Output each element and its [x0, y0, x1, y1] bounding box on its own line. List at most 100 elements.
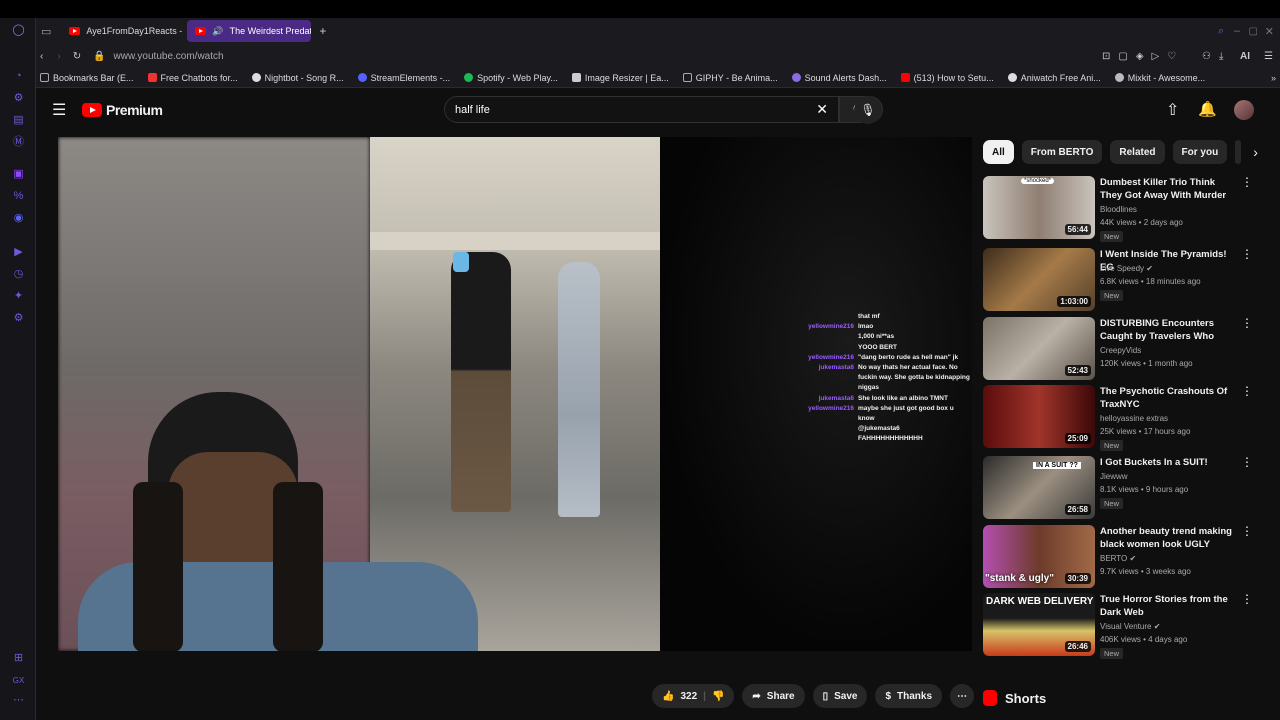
- back-icon[interactable]: ‹: [40, 51, 43, 62]
- list-item[interactable]: IN A SUIT ?? 26:58 I Got Buckets In a SU…: [983, 456, 1253, 520]
- chip-recent[interactable]: Re: [1235, 140, 1242, 164]
- bookmark-item[interactable]: (513) How to Setu...: [900, 73, 994, 83]
- video-actions: 👍 322 | 👎 ➦ Share ▯ Save $ Thanks ⋯: [652, 684, 975, 708]
- bookmark-item[interactable]: Sound Alerts Dash...: [791, 73, 887, 83]
- bookmark-item[interactable]: Mixkit - Awesome...: [1114, 73, 1205, 83]
- video-thumbnail[interactable]: DARK WEB DELIVERY 26:46: [983, 593, 1095, 656]
- shorts-header: Shorts: [983, 690, 1046, 706]
- more-actions-icon[interactable]: ⋮: [1241, 248, 1253, 260]
- twitch-icon[interactable]: ▣: [12, 168, 25, 181]
- bookmark-item[interactable]: Spotify - Web Play...: [464, 73, 558, 83]
- more-actions-icon[interactable]: ⋮: [1241, 593, 1253, 605]
- more-actions-icon[interactable]: ⋮: [1241, 525, 1253, 537]
- chat-overlay: that mf yellowmine216 lmao 1,000 ni**as Y…: [808, 313, 970, 443]
- more-actions-icon[interactable]: ⋮: [1241, 176, 1253, 188]
- tab-aye1fromday1[interactable]: Aye1FromDay1Reacts - Yo: [61, 20, 183, 42]
- list-item[interactable]: DARK WEB DELIVERY 26:46 True Horror Stor…: [983, 593, 1253, 659]
- sidebar-m-icon[interactable]: Ⓜ: [12, 136, 25, 149]
- video-thumbnail[interactable]: 52:43: [983, 317, 1095, 380]
- more-actions-icon[interactable]: ⋮: [1241, 317, 1253, 329]
- bookmark-item[interactable]: GIPHY - Be Anima...: [682, 73, 778, 83]
- youtube-logo-icon: [82, 103, 102, 117]
- bookmark-item[interactable]: StreamElements -...: [357, 73, 450, 83]
- clear-search-icon[interactable]: ✕: [816, 101, 828, 118]
- list-item[interactable]: *shocked* 56:44 Dumbest Killer Trio Thin…: [983, 176, 1253, 242]
- clip-person-left: [451, 252, 511, 512]
- youtube-header: ☰ Premium half life ✕ 🎙 ⇧ 🔔: [36, 92, 1280, 128]
- voice-search-button[interactable]: 🎙: [854, 96, 882, 124]
- hamburger-menu-icon[interactable]: ☰: [52, 100, 66, 120]
- bookmark-item[interactable]: Aniwatch Free Ani...: [1007, 73, 1101, 83]
- video-thumbnail[interactable]: 1:03:00: [983, 248, 1095, 311]
- avatar[interactable]: [1234, 100, 1254, 120]
- close-window-icon[interactable]: ✕: [1265, 25, 1274, 38]
- chip-from-berto[interactable]: From BERTO: [1021, 140, 1103, 164]
- chips-next-icon[interactable]: ›: [1253, 144, 1258, 160]
- notifications-bell-icon[interactable]: 🔔: [1198, 100, 1217, 118]
- more-actions-icon[interactable]: ⋮: [1241, 456, 1253, 468]
- address-actions-icons[interactable]: ⊡▢◈▷♡: [1102, 51, 1184, 62]
- video-thumbnail[interactable]: "stank & ugly" 30:39: [983, 525, 1095, 588]
- sidebar-control-icon[interactable]: ⊞: [12, 652, 25, 665]
- thanks-button[interactable]: $ Thanks: [875, 684, 943, 708]
- search-input[interactable]: half life ✕: [444, 96, 839, 123]
- lock-icon: 🔒: [93, 50, 106, 62]
- sidebar-percent-icon[interactable]: %: [12, 190, 25, 203]
- url-field[interactable]: www.youtube.com/watch: [114, 51, 224, 62]
- video-thumbnail[interactable]: *shocked* 56:44: [983, 176, 1095, 239]
- video-player[interactable]: that mf yellowmine216 lmao 1,000 ni**as Y…: [58, 137, 972, 651]
- tab-manager-icon[interactable]: ▭: [41, 25, 51, 38]
- sidebar-layers-icon[interactable]: ▤: [12, 114, 25, 127]
- more-actions-button[interactable]: ⋯: [950, 684, 975, 708]
- bookmark-item[interactable]: Free Chatbots for...: [147, 73, 238, 83]
- video-thumbnail[interactable]: 25:09: [983, 385, 1095, 448]
- minimize-icon[interactable]: –: [1234, 25, 1240, 37]
- sidebar-aria-icon[interactable]: ◔: [12, 70, 25, 83]
- more-icon[interactable]: ⋯: [12, 694, 25, 707]
- forward-icon[interactable]: ›: [57, 51, 60, 62]
- new-tab-button[interactable]: +: [319, 24, 326, 38]
- bookmark-item[interactable]: Image Resizer | Ea...: [571, 73, 669, 83]
- sidebar-store-icon[interactable]: ⚙: [12, 92, 25, 105]
- sidebar-extensions-icon[interactable]: ✦: [12, 290, 25, 303]
- chip-for-you[interactable]: For you: [1172, 140, 1228, 164]
- chip-related[interactable]: Related: [1110, 140, 1165, 164]
- video-thumbnail[interactable]: IN A SUIT ?? 26:58: [983, 456, 1095, 519]
- search-tabs-icon[interactable]: ⌕: [1218, 25, 1224, 38]
- save-icon: ▯: [822, 690, 829, 702]
- save-button[interactable]: ▯ Save: [812, 684, 868, 708]
- ai-button[interactable]: AI: [1240, 51, 1250, 62]
- list-item[interactable]: 52:43 DISTURBING Encounters Caught by Tr…: [983, 317, 1253, 381]
- like-button[interactable]: 👍 322 | 👎: [652, 684, 735, 708]
- thumbs-up-icon: 👍: [662, 690, 675, 702]
- youtube-favicon-icon: [69, 27, 81, 35]
- bookmarks-bar: Bookmarks Bar (E... Free Chatbots for...…: [30, 68, 1280, 88]
- bookmark-item[interactable]: Nightbot - Song R...: [251, 73, 344, 83]
- youtube-favicon-icon: [195, 27, 207, 35]
- maximize-icon[interactable]: ▢: [1249, 26, 1258, 37]
- reload-icon[interactable]: ↻: [73, 51, 81, 62]
- bookmark-item[interactable]: Bookmarks Bar (E...: [40, 73, 134, 83]
- thumbs-down-icon[interactable]: 👎: [712, 691, 724, 702]
- upload-icon[interactable]: ⇧: [1166, 100, 1179, 120]
- tab-weirdest-predator[interactable]: 🔊 The Weirdest Predator: [187, 20, 312, 42]
- share-button[interactable]: ➦ Share: [742, 684, 805, 708]
- youtube-logo[interactable]: Premium: [82, 102, 163, 118]
- opera-menu-icon[interactable]: ◯: [12, 24, 25, 37]
- list-item[interactable]: 25:09 The Psychotic Crashouts Of TraxNYC…: [983, 385, 1253, 451]
- discord-icon[interactable]: ◉: [12, 212, 25, 225]
- more-actions-icon[interactable]: ⋮: [1241, 385, 1253, 397]
- gx-label[interactable]: GX: [12, 674, 25, 687]
- chip-all[interactable]: All: [983, 140, 1014, 164]
- history-icon[interactable]: ◷: [12, 268, 25, 281]
- list-item[interactable]: "stank & ugly" 30:39 Another beauty tren…: [983, 525, 1253, 589]
- more-bookmarks-icon[interactable]: »: [1271, 73, 1276, 83]
- face-mask: [453, 252, 469, 272]
- browser-tab-bar: ◯ ▭ Aye1FromDay1Reacts - Yo 🔊 The Weirde…: [0, 18, 1280, 44]
- streamer-webcam: [58, 382, 478, 651]
- settings-icon[interactable]: ⚙: [12, 312, 25, 325]
- list-item[interactable]: 1:03:00 I Went Inside The Pyramids! EG L…: [983, 248, 1253, 312]
- sidebar-player-icon[interactable]: ▶: [12, 246, 25, 259]
- toolbar-icons[interactable]: ⚇⤓: [1202, 51, 1231, 62]
- extensions-icon[interactable]: ☰: [1264, 51, 1273, 62]
